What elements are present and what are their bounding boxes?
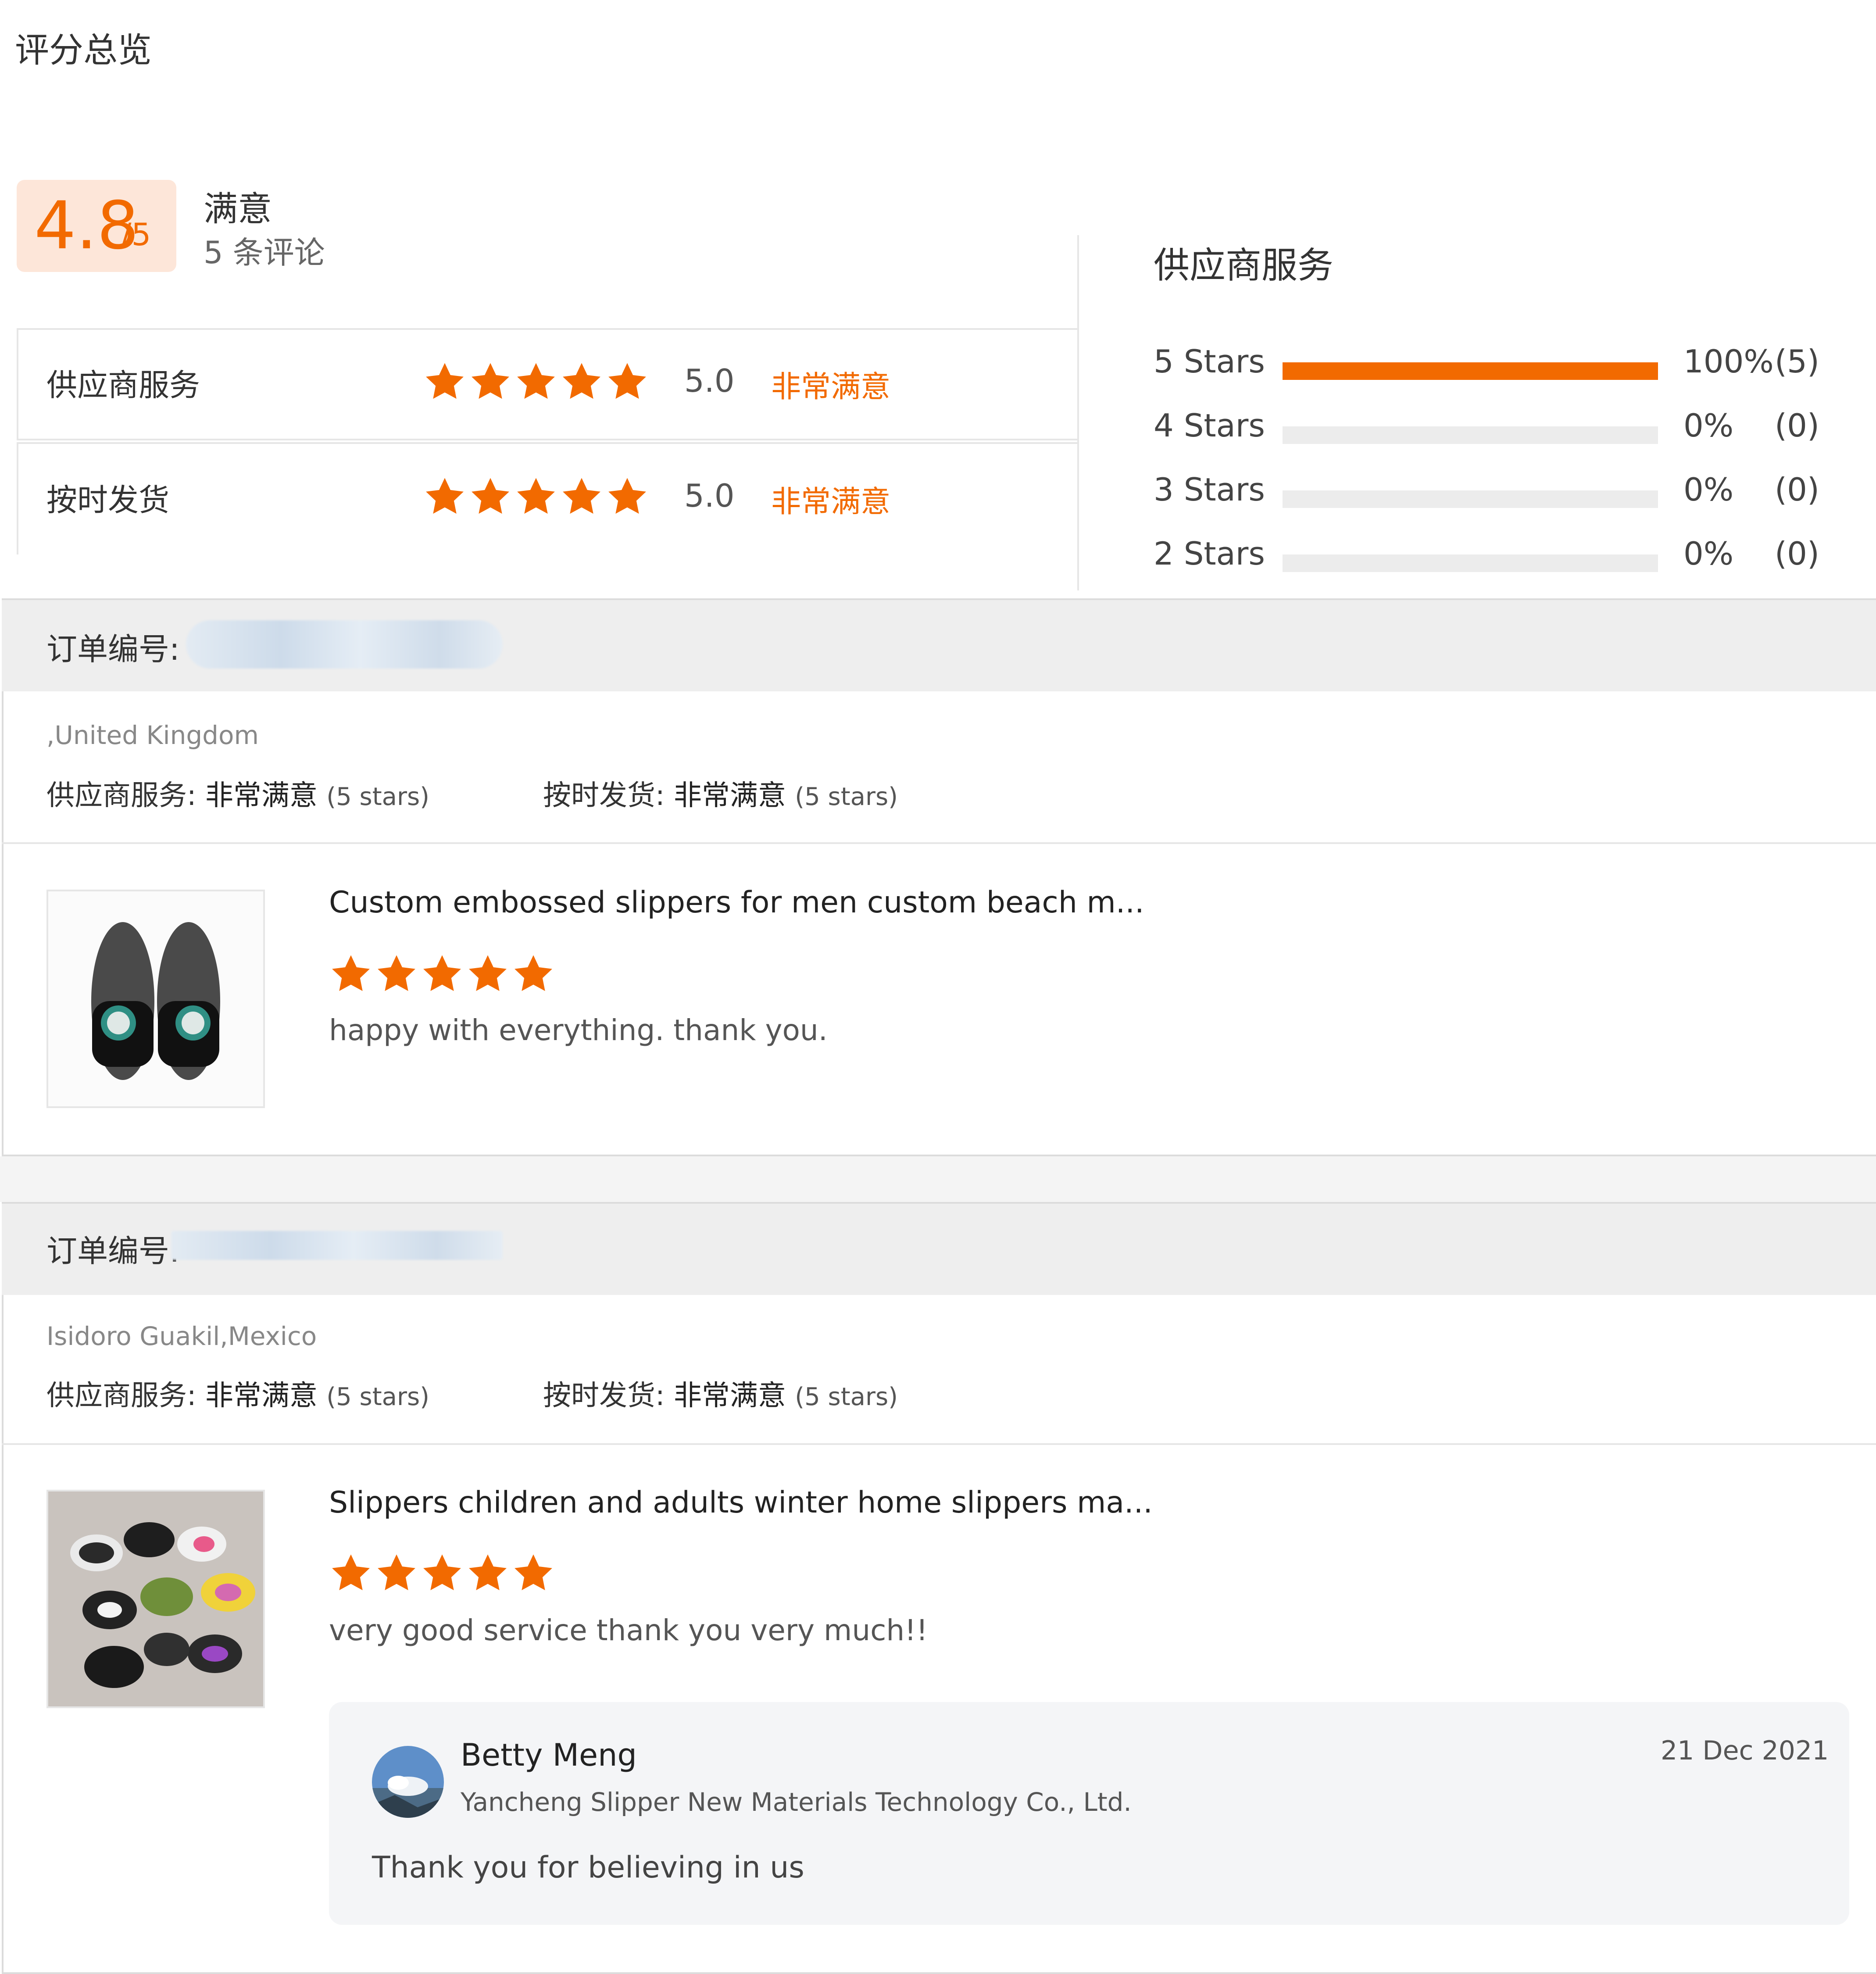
star-icon (472, 478, 509, 514)
star-icon (515, 1554, 552, 1591)
delivery-rating-stars: (5 stars) (795, 783, 898, 811)
star-icon (469, 1554, 507, 1591)
review-stars (329, 952, 555, 996)
divider (2, 1443, 1876, 1445)
star-icon (608, 363, 646, 399)
slippers-image (48, 891, 263, 1106)
review-ratings-line: 供应商服务: 非常满意 (5 stars) (46, 773, 429, 813)
overall-satisfaction-label: 满意 (204, 190, 272, 229)
star-icon (426, 478, 464, 514)
distribution-percent: 0% (1683, 407, 1734, 444)
delivery-rating-stars: (5 stars) (795, 1383, 898, 1411)
star-icon (517, 478, 555, 514)
buyer-location: ,United Kingdom (46, 720, 259, 750)
delivery-rating-label: 按时发货: (543, 780, 665, 812)
distribution-track (1283, 426, 1658, 444)
distribution-count: (5) (1775, 343, 1819, 380)
slippers-image (48, 1491, 263, 1706)
distribution-track (1283, 554, 1658, 572)
divider (2, 842, 1876, 844)
order-number-label: 订单编号: (46, 1233, 180, 1269)
star-icon (517, 363, 555, 399)
star-icon (423, 955, 461, 991)
star-icon (332, 1554, 370, 1591)
delivery-rating-level: 非常满意 (673, 1380, 786, 1412)
overall-score-max: /5 (121, 217, 151, 253)
distribution-track (1283, 362, 1658, 380)
order-number-label: 订单编号: (46, 631, 180, 667)
star-icon (563, 478, 600, 514)
buyer-location: Isidoro Guakil,Mexico (46, 1321, 317, 1351)
distribution-label: 2 Stars (1154, 535, 1265, 572)
star-icon (426, 363, 464, 399)
review-stars (329, 1551, 555, 1595)
review-ratings-line: 供应商服务: 非常满意 (5 stars) (46, 1373, 429, 1413)
distribution-title: 供应商服务 (1154, 245, 1334, 286)
section-gap (0, 1156, 1876, 1202)
category-stars (423, 475, 649, 519)
avatar-icon (372, 1746, 444, 1818)
distribution-count: (0) (1775, 407, 1819, 444)
distribution-row-2: 2 Stars 0% (0) (1154, 535, 1838, 579)
distribution-row-3: 3 Stars 0% (0) (1154, 471, 1838, 515)
category-score: 5.0 (684, 477, 735, 514)
distribution-label: 4 Stars (1154, 407, 1265, 444)
star-icon (423, 1554, 461, 1591)
product-thumbnail[interactable] (46, 890, 265, 1108)
delivery-rating-label: 按时发货: (543, 1380, 665, 1412)
service-rating-label: 供应商服务: (46, 1380, 197, 1412)
distribution-label: 3 Stars (1154, 471, 1265, 508)
distribution-percent: 100% (1683, 343, 1774, 380)
star-icon (469, 955, 507, 991)
service-rating-stars: (5 stars) (326, 783, 430, 811)
order-number-redacted (171, 1231, 503, 1260)
review-count: 5 条评论 (204, 235, 325, 271)
star-icon (608, 478, 646, 514)
reply-text: Thank you for believing in us (372, 1850, 804, 1885)
star-icon (378, 955, 415, 991)
distribution-track (1283, 490, 1658, 508)
star-icon (563, 363, 600, 399)
review-comment: happy with everything. thank you. (329, 1013, 828, 1047)
product-thumbnail[interactable] (46, 1490, 265, 1708)
service-rating-label: 供应商服务: (46, 780, 197, 812)
star-icon (332, 955, 370, 991)
category-label: 供应商服务 (46, 367, 200, 403)
service-rating-level: 非常满意 (205, 780, 318, 812)
distribution-count: (0) (1775, 535, 1819, 572)
page-title: 评分总览 (15, 31, 152, 70)
product-title[interactable]: Slippers children and adults winter home… (329, 1485, 1153, 1520)
star-icon (378, 1554, 415, 1591)
avatar (372, 1746, 444, 1818)
overview-divider (1077, 235, 1079, 590)
category-level: 非常满意 (771, 370, 891, 404)
review-ratings-line: 按时发货: 非常满意 (5 stars) (543, 1373, 898, 1413)
order-number-redacted (186, 620, 503, 669)
distribution-percent: 0% (1683, 471, 1734, 508)
delivery-rating-level: 非常满意 (673, 780, 786, 812)
distribution-row-4: 4 Stars 0% (0) (1154, 407, 1838, 451)
category-label: 按时发货 (46, 482, 169, 518)
category-level: 非常满意 (771, 485, 891, 519)
star-icon (472, 363, 509, 399)
reply-company: Yancheng Slipper New Materials Technolog… (461, 1787, 1132, 1817)
category-score: 5.0 (684, 362, 735, 399)
service-rating-level: 非常满意 (205, 1380, 318, 1412)
distribution-percent: 0% (1683, 535, 1734, 572)
distribution-label: 5 Stars (1154, 343, 1265, 380)
distribution-count: (0) (1775, 471, 1819, 508)
reply-author-name: Betty Meng (461, 1737, 637, 1773)
distribution-fill (1283, 362, 1658, 380)
star-icon (515, 955, 552, 991)
review-comment: very good service thank you very much!! (329, 1613, 928, 1647)
service-rating-stars: (5 stars) (326, 1383, 430, 1411)
category-stars (423, 360, 649, 404)
distribution-row-5: 5 Stars 100% (5) (1154, 343, 1838, 387)
reply-date: 21 Dec 2021 (1661, 1735, 1829, 1766)
review-ratings-line: 按时发货: 非常满意 (5 stars) (543, 773, 898, 813)
product-title[interactable]: Custom embossed slippers for men custom … (329, 885, 1144, 920)
